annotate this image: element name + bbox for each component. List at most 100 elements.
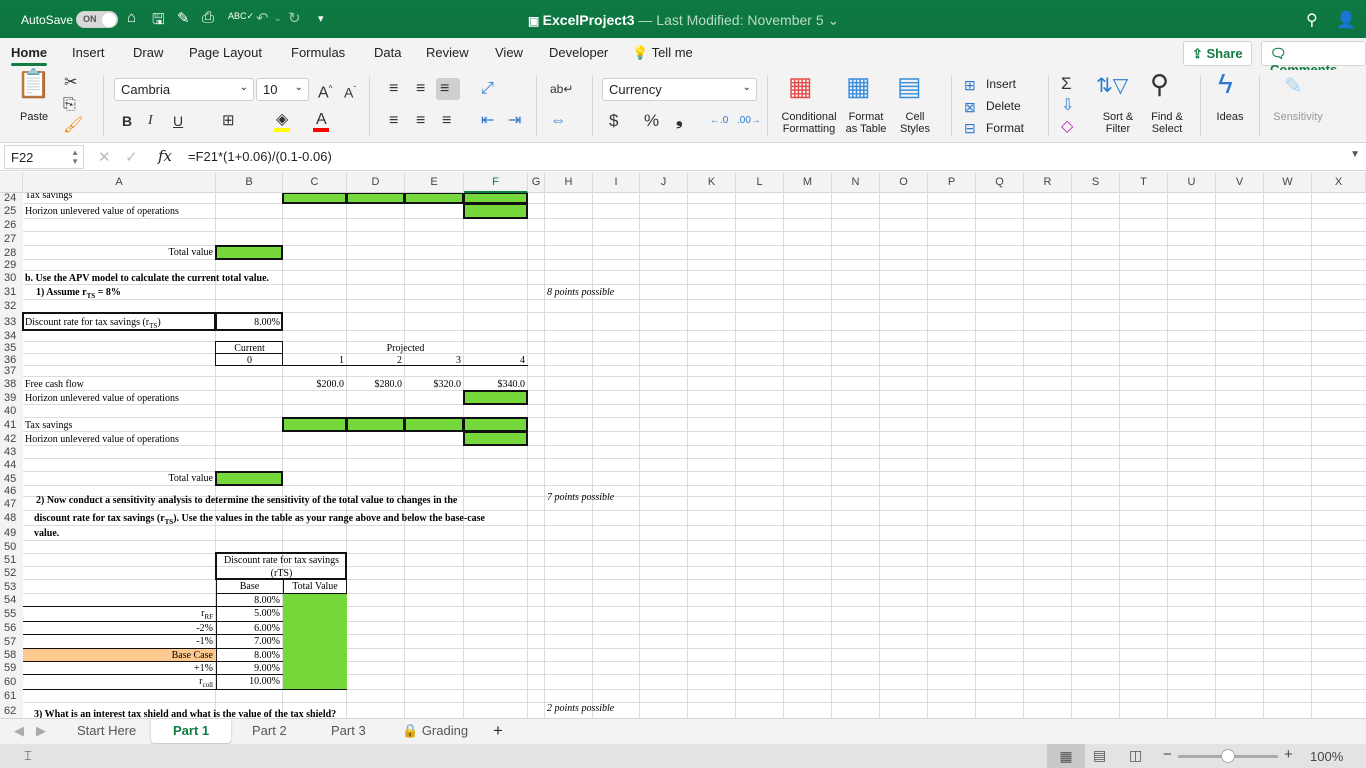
share-button[interactable]: ⇪ Share (1183, 41, 1252, 66)
column-header-h[interactable]: H (545, 172, 593, 193)
align-right-icon[interactable]: ≡ (442, 113, 451, 129)
input-cell-tax-savings-c[interactable] (282, 193, 347, 204)
sensitivity-total-value-cell[interactable] (283, 662, 347, 675)
row-header-38[interactable]: 38 (0, 377, 23, 391)
cancel-icon[interactable]: ✕ (98, 148, 111, 166)
row-header-60[interactable]: 60 (0, 675, 23, 690)
input-cell-tax-savings-41-e[interactable] (404, 417, 464, 432)
page-layout-view-icon[interactable]: ▤ (1093, 747, 1106, 764)
select-all-button[interactable] (0, 172, 23, 193)
percent-button[interactable]: % (644, 112, 659, 129)
font-size-select[interactable]: 10 ⌄ (256, 78, 309, 101)
comments-button[interactable]: 🗨 Comments (1261, 41, 1366, 77)
zoom-out-button[interactable]: − (1163, 746, 1172, 763)
column-header-m[interactable]: M (784, 172, 832, 193)
column-header-g[interactable]: G (528, 172, 545, 193)
column-header-b[interactable]: B (216, 172, 283, 193)
sheet-tab-part-1[interactable]: Part 1 (151, 719, 232, 743)
input-cell-tax-savings-d[interactable] (346, 193, 405, 204)
row-header-39[interactable]: 39 (0, 391, 23, 405)
page-break-view-icon[interactable]: ◫ (1129, 747, 1142, 764)
column-header-k[interactable]: K (688, 172, 736, 193)
insert-button[interactable]: Insert (986, 77, 1016, 91)
row-header-37[interactable]: 37 (0, 366, 23, 377)
row-header-33[interactable]: 33 (0, 313, 23, 331)
next-sheet-icon[interactable]: ▶ (36, 723, 46, 739)
undo-dropdown-icon[interactable]: ⌄ (274, 13, 282, 33)
column-header-u[interactable]: U (1168, 172, 1216, 193)
formula-input[interactable]: =F21*(1+0.06)/(0.1-0.06) (188, 149, 332, 164)
insert-cells-icon[interactable]: ⊞ (964, 77, 976, 93)
font-name-select[interactable]: Cambria ⌄ (114, 78, 254, 101)
tab-formulas[interactable]: Formulas (291, 45, 345, 60)
currency-button[interactable]: $ (609, 112, 618, 129)
row-header-55[interactable]: 55 (0, 607, 23, 622)
zoom-slider-handle[interactable] (1221, 749, 1235, 763)
row-header-24[interactable]: 24 (0, 193, 23, 204)
cell-styles-button[interactable]: Cell Styles (896, 111, 934, 135)
cut-icon[interactable]: ✂ (64, 75, 77, 91)
align-center-icon[interactable]: ≡ (416, 113, 425, 129)
fill-color-icon[interactable]: ◈ (276, 112, 288, 128)
row-header-28[interactable]: 28 (0, 246, 23, 260)
column-header-q[interactable]: Q (976, 172, 1024, 193)
spellcheck-icon[interactable]: ABC✓ (228, 11, 254, 31)
add-sheet-button[interactable]: + (493, 721, 503, 741)
delete-button[interactable]: Delete (986, 99, 1021, 113)
row-header-32[interactable]: 32 (0, 300, 23, 313)
tab-data[interactable]: Data (374, 45, 401, 60)
row-header-40[interactable]: 40 (0, 405, 23, 418)
increase-indent-icon[interactable]: ⇥ (508, 113, 521, 129)
row-header-30[interactable]: 30 (0, 271, 23, 285)
row-header-52[interactable]: 52 (0, 567, 23, 580)
orientation-icon[interactable]: ⤢ (481, 81, 494, 97)
row-header-50[interactable]: 50 (0, 541, 23, 554)
column-header-e[interactable]: E (405, 172, 464, 193)
row-header-51[interactable]: 51 (0, 554, 23, 567)
row-header-44[interactable]: 44 (0, 459, 23, 472)
column-header-v[interactable]: V (1216, 172, 1264, 193)
autosum-icon[interactable]: Σ (1061, 75, 1072, 92)
edit-icon[interactable]: ✎ (177, 9, 190, 29)
row-header-31[interactable]: 31 (0, 285, 23, 300)
column-header-x[interactable]: X (1312, 172, 1366, 193)
prev-sheet-icon[interactable]: ◀ (14, 723, 24, 739)
align-top-icon[interactable]: ≡ (389, 81, 398, 97)
fill-icon[interactable]: ⇩ (1061, 98, 1074, 114)
tab-insert[interactable]: Insert (72, 45, 105, 60)
save-sync-icon[interactable]: 🖫 (152, 9, 165, 29)
decrease-font-icon[interactable]: Aˇ (344, 82, 356, 101)
column-header-w[interactable]: W (1264, 172, 1312, 193)
bold-button[interactable]: B (122, 113, 132, 129)
delete-cells-icon[interactable]: ⊠ (964, 99, 976, 115)
macro-record-icon[interactable]: ⌶ (24, 748, 32, 764)
tab-draw[interactable]: Draw (133, 45, 163, 60)
increase-decimal-icon[interactable]: ←.0 (710, 113, 728, 129)
document-title[interactable]: ▣ ExcelProject3 — Last Modified: Novembe… (528, 12, 839, 29)
row-header-34[interactable]: 34 (0, 331, 23, 342)
sensitivity-total-value-cell[interactable] (283, 607, 347, 622)
column-header-n[interactable]: N (832, 172, 880, 193)
input-cell-tax-savings-41-c[interactable] (282, 417, 347, 432)
wrap-text-icon[interactable]: ab↵ (550, 81, 573, 97)
sheet-tab-part-3[interactable]: Part 3 (331, 723, 366, 738)
row-header-49[interactable]: 49 (0, 526, 23, 541)
number-format-select[interactable]: Currency ⌄ (602, 78, 757, 101)
format-button[interactable]: Format (986, 121, 1024, 135)
row-header-45[interactable]: 45 (0, 472, 23, 486)
paste-icon[interactable]: 📋 (16, 70, 51, 98)
print-icon[interactable]: ⎙ (202, 9, 214, 29)
input-cell-horizon-value-42[interactable] (463, 431, 528, 446)
row-header-29[interactable]: 29 (0, 260, 23, 271)
conditional-formatting-button[interactable]: Conditional Formatting (778, 111, 840, 135)
function-icon[interactable]: fx (158, 147, 172, 165)
row-header-56[interactable]: 56 (0, 622, 23, 635)
conditional-formatting-icon[interactable]: ▦ (788, 73, 813, 99)
input-cell-horizon-value[interactable] (463, 203, 528, 219)
sheet-tab-part-2[interactable]: Part 2 (252, 723, 287, 738)
row-header-42[interactable]: 42 (0, 432, 23, 446)
italic-button[interactable]: I (148, 113, 153, 129)
sort-filter-button[interactable]: Sort & Filter (1098, 111, 1138, 135)
row-header-54[interactable]: 54 (0, 594, 23, 607)
worksheet-grid[interactable]: 24 25 26 27 28 29 30 31 32 33 34 35 36 37 38 39 40 41 42 43… (0, 193, 1366, 718)
